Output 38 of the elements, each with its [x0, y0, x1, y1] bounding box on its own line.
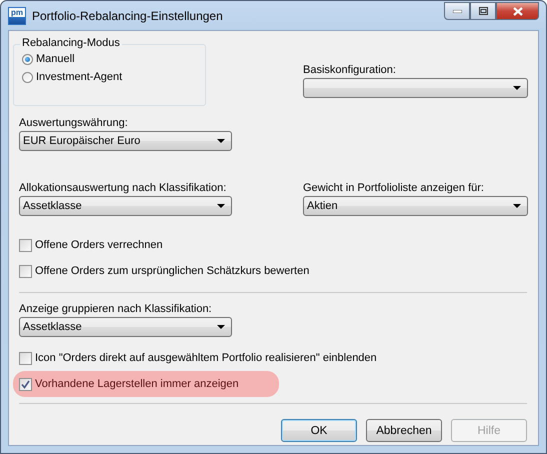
checkbox-label: Icon "Orders direkt auf ausgewähltem Portfolio realisieren" einblenden	[35, 352, 377, 364]
dropdown[interactable]	[303, 78, 528, 98]
window-title: Portfolio-Rebalancing-Einstellungen	[32, 8, 224, 22]
radio-button[interactable]	[22, 54, 33, 64]
radio-button[interactable]	[22, 72, 33, 82]
caret-icon	[217, 139, 225, 143]
restore-icon	[478, 7, 488, 15]
close-button[interactable]	[496, 2, 539, 20]
app-icon: pm	[8, 6, 26, 24]
dropdown[interactable]: EUR Europäischer Euro	[19, 131, 232, 151]
field-label: Anzeige gruppieren nach Klassifikation:	[19, 303, 213, 315]
dialog-button[interactable]: Abbrechen	[366, 419, 442, 442]
checkbox[interactable]	[19, 238, 32, 252]
minimize-button[interactable]	[444, 2, 470, 20]
caret-icon	[217, 325, 225, 329]
group-title: Rebalancing-Modus	[20, 37, 122, 49]
checkbox[interactable]	[19, 378, 32, 390]
checkbox[interactable]	[19, 264, 32, 278]
caret-icon	[217, 204, 225, 208]
checkbox[interactable]	[19, 352, 32, 364]
caret-icon	[513, 204, 521, 208]
checkbox-label: Vorhandene Lagerstellen immer anzeigen	[35, 378, 239, 390]
field-label: Auswertungswährung:	[19, 117, 129, 129]
dropdown[interactable]: Assetklasse	[19, 196, 232, 216]
dropdown[interactable]: Aktien	[303, 196, 528, 216]
caret-icon	[513, 86, 521, 90]
field-label: Allokationsauswertung nach Klassifikation:	[19, 182, 228, 194]
radio-label: Manuell	[36, 53, 75, 65]
radio-label: Investment-Agent	[36, 71, 122, 83]
dialog-button[interactable]: OK	[281, 419, 357, 442]
field-label: Gewicht in Portfolioliste anzeigen für:	[303, 182, 485, 194]
maximize-button[interactable]	[470, 2, 496, 20]
field-label: Basiskonfiguration:	[303, 64, 397, 76]
dropdown[interactable]: Assetklasse	[19, 317, 232, 337]
checkbox-label: Offene Orders zum ursprünglichen Schätzkurs bewerten	[35, 265, 310, 277]
minimize-icon	[452, 10, 462, 12]
checkbox-label: Offene Orders verrechnen	[35, 239, 163, 251]
close-icon	[512, 6, 522, 16]
